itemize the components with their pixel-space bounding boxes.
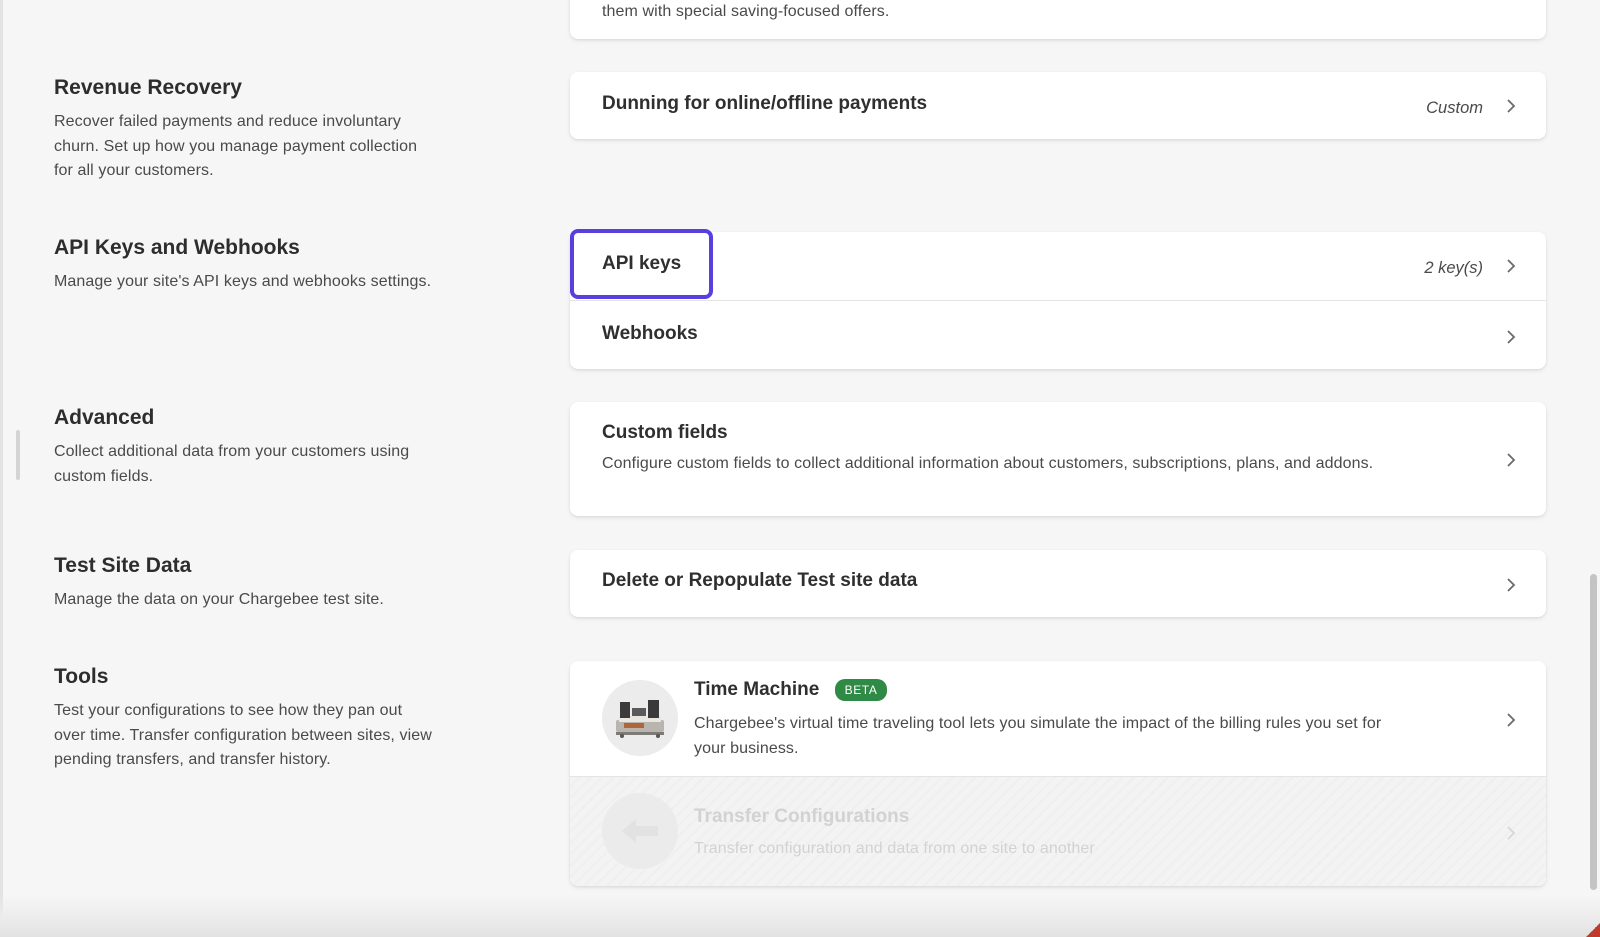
- previous-card-description: them with special saving-focused offers.: [602, 3, 890, 20]
- row-title: Delete or Repopulate Test site data: [602, 570, 918, 591]
- section-api-keys-webhooks: API Keys and Webhooks Manage your site's…: [54, 234, 434, 295]
- row-description: Transfer configuration and data from one…: [694, 840, 1095, 857]
- bottom-fade-overlay: [0, 895, 1600, 937]
- test-site-card: Delete or Repopulate Test site data: [570, 550, 1546, 617]
- section-title: Test Site Data: [54, 554, 192, 577]
- chevron-right-icon: [1504, 259, 1518, 273]
- chevron-right-icon: [1504, 99, 1518, 113]
- row-meta: Custom: [1426, 99, 1483, 117]
- sidebar-resize-handle[interactable]: [16, 430, 20, 480]
- row-custom-fields[interactable]: Custom fields Configure custom fields to…: [570, 402, 1546, 516]
- section-description: Manage the data on your Chargebee test s…: [54, 591, 384, 608]
- row-webhooks[interactable]: Webhooks: [570, 300, 1546, 369]
- row-title: Webhooks: [602, 323, 698, 344]
- advanced-card: Custom fields Configure custom fields to…: [570, 402, 1546, 516]
- section-tools: Tools Test your configurations to see ho…: [54, 663, 434, 773]
- tools-card: Time Machine BETA Chargebee's virtual ti…: [570, 661, 1546, 886]
- chevron-right-icon: [1504, 453, 1518, 467]
- api-keys-card: API keys 2 key(s) Webhooks: [570, 232, 1546, 369]
- section-revenue-recovery: Revenue Recovery Recover failed payments…: [54, 74, 434, 184]
- row-time-machine[interactable]: Time Machine BETA Chargebee's virtual ti…: [570, 661, 1546, 776]
- revenue-recovery-card: Dunning for online/offline payments Cust…: [570, 72, 1546, 139]
- chevron-right-icon: [1504, 578, 1518, 592]
- section-description: Manage your site's API keys and webhooks…: [54, 273, 432, 290]
- window-left-edge: [0, 0, 3, 937]
- row-meta: 2 key(s): [1424, 259, 1483, 277]
- chevron-right-icon: [1504, 826, 1518, 840]
- section-description: Test your configurations to see how they…: [54, 702, 432, 768]
- api-keys-highlight-box: [570, 229, 713, 299]
- section-title: Advanced: [54, 406, 155, 429]
- row-dunning[interactable]: Dunning for online/offline payments Cust…: [570, 72, 1546, 139]
- section-test-site-data: Test Site Data Manage the data on your C…: [54, 552, 434, 613]
- row-title-wrap: Time Machine BETA: [694, 679, 888, 701]
- section-description: Recover failed payments and reduce invol…: [54, 113, 418, 179]
- chevron-right-icon: [1504, 713, 1518, 727]
- row-transfer-configurations: Transfer Configurations Transfer configu…: [570, 776, 1546, 886]
- chevron-right-icon: [1504, 330, 1518, 344]
- section-description: Collect additional data from your custom…: [54, 443, 410, 485]
- previous-card[interactable]: them with special saving-focused offers.: [570, 0, 1546, 39]
- section-title: Tools: [54, 665, 109, 688]
- row-title: Transfer Configurations: [694, 806, 910, 827]
- time-machine-thumbnail-icon: [602, 680, 678, 756]
- section-title: API Keys and Webhooks: [54, 236, 300, 259]
- row-title: Dunning for online/offline payments: [602, 93, 928, 114]
- row-title: Custom fields: [602, 422, 728, 443]
- section-title: Revenue Recovery: [54, 76, 242, 99]
- row-description: Chargebee's virtual time traveling tool …: [694, 715, 1382, 757]
- row-delete-repopulate[interactable]: Delete or Repopulate Test site data: [570, 550, 1546, 617]
- row-title: Time Machine: [694, 679, 820, 701]
- section-advanced: Advanced Collect additional data from yo…: [54, 404, 434, 489]
- row-description: Configure custom fields to collect addit…: [602, 455, 1374, 472]
- row-api-keys[interactable]: API keys 2 key(s): [570, 232, 1546, 300]
- vertical-scrollbar-thumb[interactable]: [1590, 574, 1597, 890]
- transfer-thumbnail-icon: [602, 793, 678, 869]
- corner-mark: [1586, 923, 1600, 937]
- beta-badge: BETA: [834, 679, 888, 701]
